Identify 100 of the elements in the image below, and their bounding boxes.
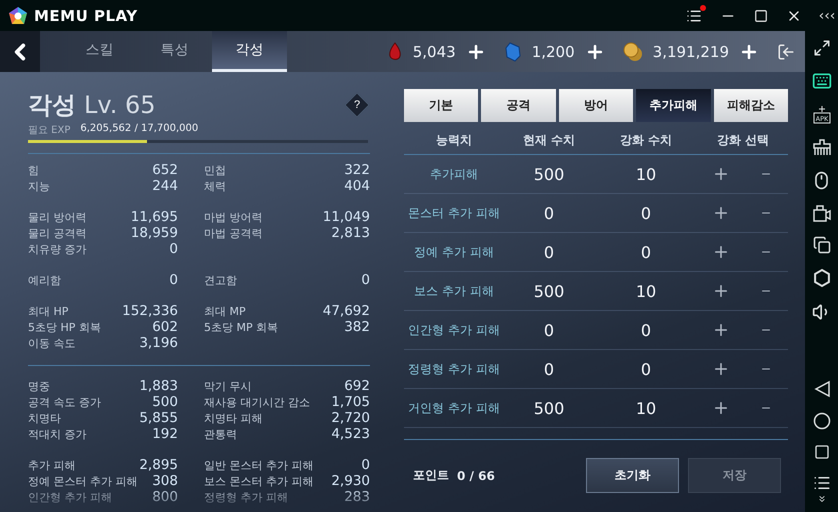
enhance-value: 10: [634, 398, 658, 418]
stat-label: 마법 공격력: [204, 226, 262, 240]
stat-label: 예리함: [28, 272, 61, 288]
home-circle-icon[interactable]: [812, 412, 830, 430]
stat-value: 3,196: [139, 335, 178, 351]
recent-apps-icon[interactable]: [814, 444, 830, 460]
stat-value: 0: [169, 241, 178, 257]
coins-icon: [622, 42, 643, 62]
category-tab[interactable]: 추가피해: [636, 89, 711, 122]
current-value: 0: [542, 204, 556, 222]
stat-label: 최대 HP: [28, 304, 68, 318]
help-button[interactable]: ?: [344, 92, 370, 118]
exp-value: 6,205,562 / 17,700,000: [80, 123, 198, 136]
stat-value: 18,959: [130, 225, 178, 241]
stat-name: 정예 추가 피해: [413, 244, 495, 260]
currency-amount: 1,200: [532, 42, 575, 60]
stat-value: 0: [361, 457, 370, 473]
list-icon[interactable]: [812, 474, 830, 492]
video-camera-icon[interactable]: [812, 204, 832, 222]
current-value: 500: [532, 398, 566, 418]
currency-amount: 3,191,219: [652, 42, 729, 60]
stat-value: 244: [152, 178, 178, 194]
settings-icon[interactable]: [812, 268, 832, 288]
keyboard-icon[interactable]: [812, 71, 832, 91]
enhance-value: 0: [640, 360, 652, 378]
stat-label: 최대 MP: [204, 304, 246, 318]
stat-label: 공격 속도 증가: [28, 394, 101, 410]
stat-name: 몬스터 추가 피해: [407, 204, 501, 222]
stat-label: 적대치 증가: [28, 426, 86, 442]
stat-value: 47,692: [322, 303, 370, 319]
stat-label: 물리 방어력: [28, 210, 86, 224]
stat-value: 11,695: [130, 209, 178, 225]
column-header: 능력치: [435, 132, 473, 148]
stat-name: 보스 추가 피해: [413, 282, 495, 300]
stat-value: 308: [152, 473, 178, 489]
column-header: 강화 수치: [618, 132, 674, 148]
category-tab[interactable]: 방어: [558, 89, 634, 122]
tab[interactable]: 스킬: [62, 31, 137, 72]
level-text: Lv. 65: [84, 91, 156, 119]
current-value: 500: [532, 164, 566, 184]
stat-label: 정령형 추가 피해: [204, 490, 288, 504]
column-header: 현재 수치: [522, 132, 576, 148]
stat-label: 민첩: [204, 162, 226, 178]
stat-value: 152,336: [122, 303, 178, 319]
mouse-icon[interactable]: [812, 171, 831, 190]
category-tab[interactable]: 피해감소: [714, 89, 788, 122]
app-title: MEMU PLAY: [34, 6, 138, 24]
expand-down-icon[interactable]: [816, 494, 826, 504]
tab[interactable]: 각성: [212, 31, 287, 72]
stat-label: 치유량 증가: [28, 242, 86, 256]
stat-value: 1,705: [331, 394, 370, 410]
stat-label: 정예 몬스터 추가 피해: [28, 474, 138, 488]
stat-label: 추가 피해: [28, 458, 76, 472]
stat-value: 800: [152, 489, 178, 505]
exp-label: 필요 EXP: [28, 124, 70, 137]
stat-value: 382: [344, 319, 370, 335]
enhance-value: 0: [640, 242, 652, 262]
collapse-toggle[interactable]: ‹‹‹: [816, 8, 838, 24]
stat-value: 2,895: [139, 457, 178, 473]
stat-value: 2,813: [331, 225, 370, 241]
current-value: 0: [542, 320, 556, 340]
stat-name: 거인형 추가 피해: [407, 400, 501, 416]
fullscreen-icon[interactable]: [812, 39, 830, 57]
back-triangle-icon[interactable]: [812, 380, 830, 398]
current-value: 0: [542, 360, 556, 378]
multi-window-icon[interactable]: [812, 236, 830, 254]
enhance-value: 10: [634, 164, 658, 184]
stat-label: 마법 방어력: [204, 210, 262, 224]
stat-label: 관통력: [204, 426, 237, 442]
stat-value: 0: [361, 272, 370, 288]
points-label: 포인트: [413, 467, 449, 484]
column-header: 강화 선택: [716, 132, 770, 148]
comb-icon[interactable]: [812, 139, 832, 157]
exit-button[interactable]: [777, 42, 795, 60]
stat-value: 500: [152, 394, 178, 410]
stat-value: 192: [152, 426, 178, 442]
stat-label: 물리 공격력: [28, 226, 86, 240]
category-tab[interactable]: 공격: [481, 89, 556, 122]
tab[interactable]: 특성: [137, 31, 212, 72]
stat-value: 602: [152, 319, 178, 335]
stat-name: 정령형 추가 피해: [407, 360, 501, 378]
enhance-value: 10: [634, 282, 658, 300]
currency-amount: 5,043: [412, 42, 456, 60]
maximize-button[interactable]: [754, 8, 768, 22]
stat-name: 추가피해: [429, 166, 479, 182]
category-tab[interactable]: 기본: [404, 89, 478, 122]
current-value: 0: [542, 242, 556, 262]
stat-value: 5,855: [139, 410, 178, 426]
stat-name: 인간형 추가 피해: [407, 322, 501, 338]
stat-label: 일반 몬스터 추가 피해: [204, 458, 314, 472]
enhance-value: 0: [640, 320, 652, 340]
stat-value: 652: [152, 162, 178, 178]
stat-value: 4,523: [331, 426, 370, 442]
stat-label: 5초당 MP 회복: [204, 320, 278, 334]
back-button[interactable]: [0, 31, 40, 72]
stat-label: 재사용 대기시간 감소: [204, 394, 310, 410]
stat-value: 692: [344, 378, 370, 394]
stat-value: 1,883: [139, 378, 178, 394]
logo-icon: [8, 6, 28, 26]
action-button[interactable]: 초기화: [586, 458, 679, 493]
